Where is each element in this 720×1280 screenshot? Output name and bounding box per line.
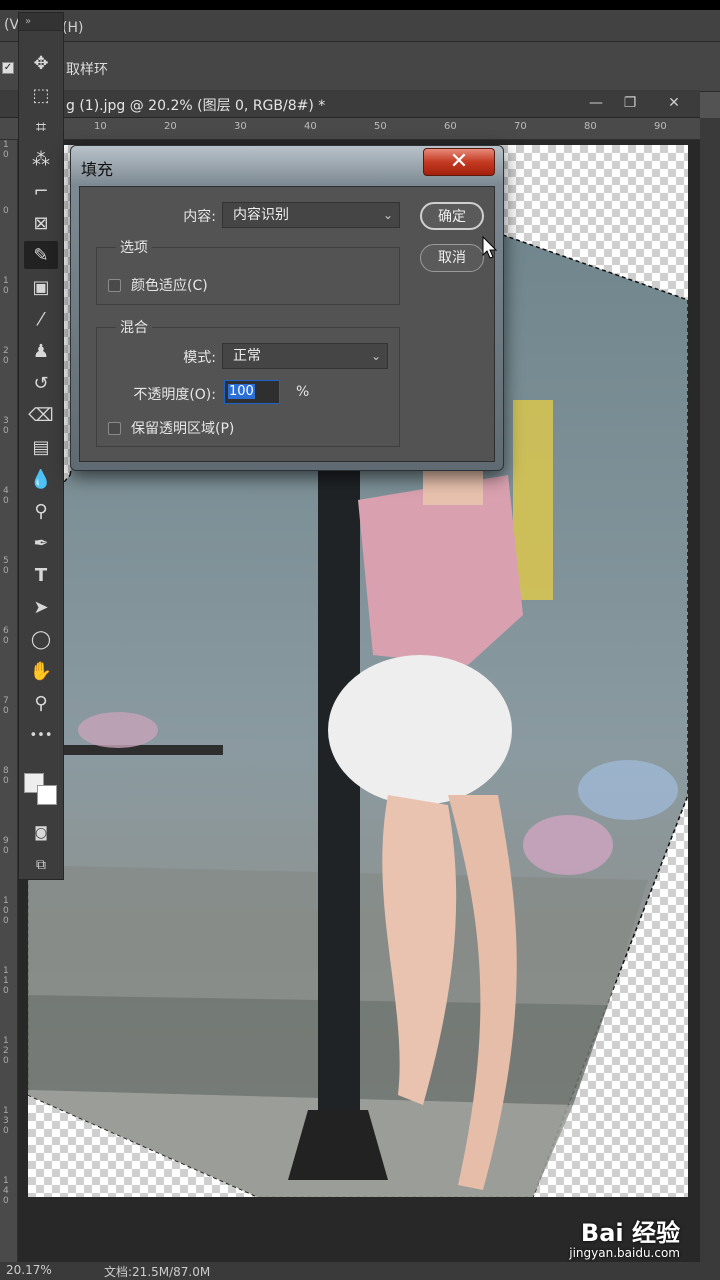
brush-tool-icon[interactable]: ⁄	[24, 305, 58, 333]
ruler-tick: 70	[3, 696, 9, 716]
content-label: 内容:	[183, 209, 216, 225]
gradient-tool-icon[interactable]: ▤	[24, 433, 58, 461]
mouse-cursor-icon	[482, 236, 498, 259]
opacity-input[interactable]: 100	[224, 380, 280, 404]
ruler-tick: 20	[3, 346, 9, 366]
canvas-scrollbar[interactable]	[700, 118, 720, 1265]
ruler-tick: 110	[3, 966, 9, 996]
dialog-body: 内容: 内容识别 ⌄ 确定 取消 选项 颜色适应(C) 混合 模式: 正常 ⌄ …	[79, 186, 495, 462]
color-adapt-checkbox[interactable]	[108, 279, 121, 292]
screen-mode-icon[interactable]: ⧉	[24, 851, 58, 879]
tools-panel: » ✥ ⬚ ⌗ ⁂ ⌐ ⊠ ✎ ▣ ⁄ ♟ ↺ ⌫ ▤ 💧 ⚲ ✒ T ➤ ◯ …	[18, 12, 64, 880]
close-document-button[interactable]: ✕	[662, 92, 686, 114]
crop-tool-icon[interactable]: ⌐	[24, 177, 58, 205]
pen-tool-icon[interactable]: ✒	[24, 529, 58, 557]
marquee-tool-icon[interactable]: ⬚	[24, 81, 58, 109]
mode-select-value: 正常	[233, 348, 261, 364]
dialog-title: 填充	[81, 160, 114, 179]
frame-tool-icon[interactable]: ⊠	[24, 209, 58, 237]
more-tools-icon[interactable]: •••	[24, 721, 58, 749]
healing-tool-icon[interactable]: ▣	[24, 273, 58, 301]
lasso-tool-icon[interactable]: ⌗	[24, 113, 58, 141]
ruler-tick: 50	[3, 556, 9, 576]
stamp-tool-icon[interactable]: ♟	[24, 337, 58, 365]
ruler-tick: 140	[3, 1176, 9, 1206]
type-tool-icon[interactable]: T	[24, 561, 58, 589]
ruler-tick: 60	[3, 626, 9, 646]
content-select-value: 内容识别	[233, 207, 289, 223]
ruler-tick: 40	[304, 121, 317, 132]
fill-dialog: 填充 ✕ 内容: 内容识别 ⌄ 确定 取消 选项 颜色适应(C) 混合 模式: …	[70, 145, 504, 471]
preserve-transparency-label: 保留透明区域(P)	[131, 421, 235, 437]
letterbox-top	[0, 0, 720, 10]
options-group-title: 选项	[116, 237, 152, 257]
dialog-close-button[interactable]: ✕	[423, 148, 495, 176]
color-adapt-label: 颜色适应(C)	[131, 278, 208, 294]
opacity-label: 不透明度(O):	[133, 387, 216, 403]
panel-grip[interactable]: »	[19, 13, 63, 31]
opacity-unit: %	[296, 384, 310, 400]
doc-size: 文档:21.5M/87.0M	[104, 1265, 211, 1279]
chevron-down-icon: ⌄	[382, 208, 393, 222]
move-tool-icon[interactable]: ✥	[24, 49, 58, 77]
chevron-down-icon: ⌄	[370, 349, 381, 363]
zoom-level[interactable]: 20.17%	[6, 1263, 52, 1277]
ellipse-tool-icon[interactable]: ◯	[24, 625, 58, 653]
ruler-tick: 30	[3, 416, 9, 436]
menu-item-view[interactable]: (V	[4, 17, 19, 33]
cancel-button[interactable]: 取消	[420, 244, 484, 272]
preserve-transparency-checkbox[interactable]	[108, 422, 121, 435]
eraser-tool-icon[interactable]: ⌫	[24, 401, 58, 429]
blur-tool-icon[interactable]: 💧	[24, 465, 58, 493]
ruler-tick: 40	[3, 486, 9, 506]
ruler-tick: 90	[3, 836, 9, 856]
ruler-tick: 30	[234, 121, 247, 132]
ruler-tick: 20	[164, 121, 177, 132]
menu-bar: (V 助(H)	[0, 10, 720, 42]
photoshop-window: (V 助(H) ✓ 取样环 g (1).jpg @ 20.2% (图层 0, R…	[0, 0, 720, 1280]
vertical-ruler: 10 0 10 20 30 40 50 60 70 80 90 100 110 …	[0, 140, 18, 1265]
ruler-tick: 60	[444, 121, 457, 132]
status-bar: 20.17% 文档:21.5M/87.0M	[0, 1262, 720, 1280]
options-bar: ✓ 取样环	[0, 42, 720, 92]
path-select-tool-icon[interactable]: ➤	[24, 593, 58, 621]
ruler-tick: 90	[654, 121, 667, 132]
baidu-watermark-url: jingyan.baidu.com	[569, 1246, 680, 1260]
quick-mask-icon[interactable]: ◙	[24, 819, 58, 847]
mode-label: 模式:	[183, 350, 216, 366]
history-brush-tool-icon[interactable]: ↺	[24, 369, 58, 397]
sample-ring-label: 取样环	[66, 62, 108, 78]
ruler-tick: 0	[3, 206, 9, 216]
hand-tool-icon[interactable]: ✋	[24, 657, 58, 685]
eyedropper-tool-icon[interactable]: ✎	[24, 241, 58, 269]
magic-wand-tool-icon[interactable]: ⁂	[24, 145, 58, 173]
ruler-tick: 70	[514, 121, 527, 132]
ruler-tick: 130	[3, 1106, 9, 1136]
restore-button[interactable]: ❐	[618, 92, 642, 114]
ok-button[interactable]: 确定	[420, 202, 484, 230]
background-color-swatch[interactable]	[37, 785, 57, 805]
ruler-tick: 10	[94, 121, 107, 132]
ruler-tick: 120	[3, 1036, 9, 1066]
horizontal-ruler: 10 20 30 40 50 60 70 80 90	[0, 118, 700, 140]
blend-group-title: 混合	[116, 317, 152, 337]
dodge-tool-icon[interactable]: ⚲	[24, 497, 58, 525]
ruler-tick: 80	[584, 121, 597, 132]
content-select[interactable]: 内容识别 ⌄	[222, 202, 400, 228]
sample-ring-checkbox[interactable]: ✓	[2, 62, 14, 74]
ruler-tick: 10	[3, 276, 9, 296]
document-tab[interactable]: g (1).jpg @ 20.2% (图层 0, RGB/8#) * — ❐ ✕	[0, 90, 700, 118]
document-title: g (1).jpg @ 20.2% (图层 0, RGB/8#) *	[66, 98, 326, 114]
ruler-tick: 100	[3, 896, 9, 926]
ruler-tick: 10	[3, 140, 9, 160]
mode-select[interactable]: 正常 ⌄	[222, 343, 388, 369]
ruler-tick: 80	[3, 766, 9, 786]
ruler-tick: 50	[374, 121, 387, 132]
minimize-button[interactable]: —	[584, 92, 608, 114]
opacity-value: 100	[228, 384, 255, 399]
zoom-tool-icon[interactable]: ⚲	[24, 689, 58, 717]
baidu-watermark: Bai 经验	[580, 1219, 680, 1247]
